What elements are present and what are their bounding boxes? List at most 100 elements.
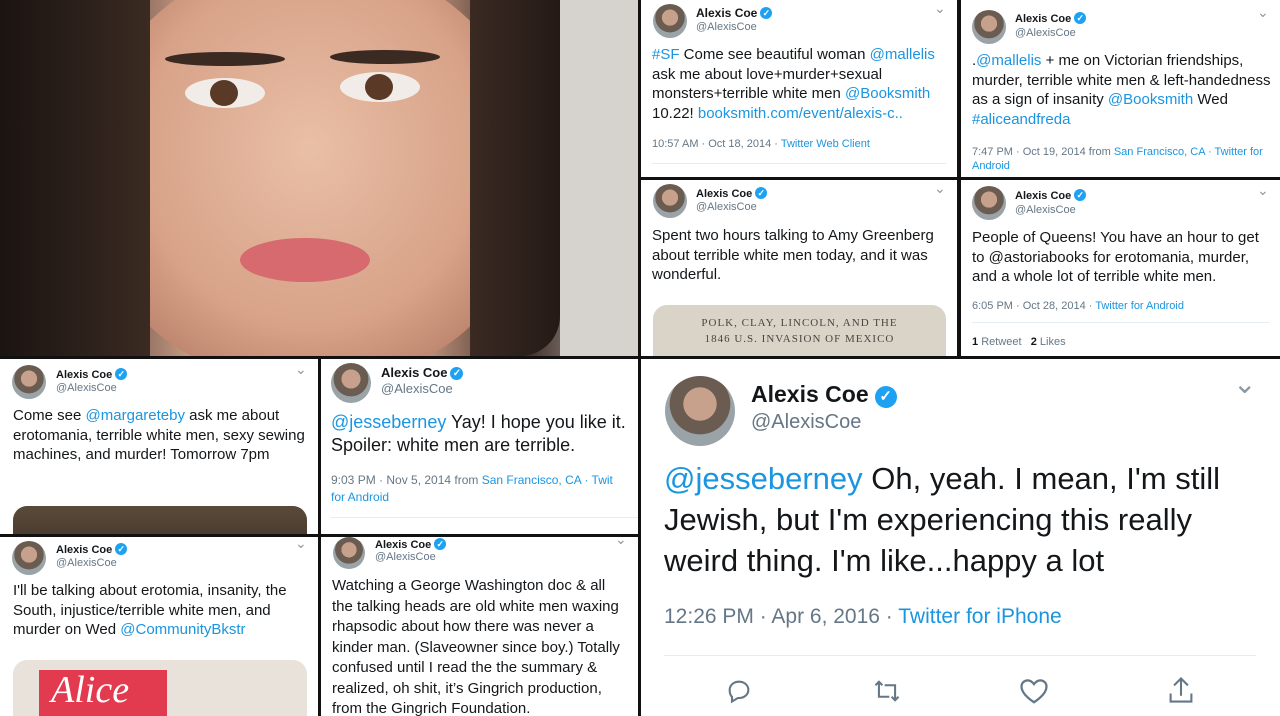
chevron-down-icon[interactable]: ⌄ xyxy=(934,0,946,17)
tweet-location-link[interactable]: San Francisco, CA xyxy=(482,473,581,487)
tweet-text: I'll be talking about erotomia, insanity… xyxy=(13,581,309,640)
author-handle[interactable]: @AlexisCoe xyxy=(1015,27,1076,39)
author-handle[interactable]: @AlexisCoe xyxy=(375,551,436,563)
tweet-card-7[interactable]: Alexis Coe ✓ @AlexisCoe ⌄ I'll be talking… xyxy=(0,537,318,716)
chevron-down-icon[interactable]: ⌄ xyxy=(295,361,307,378)
tweet-text: People of Queens! You have an hour to ge… xyxy=(972,229,1259,285)
tweet-link[interactable]: @margareteby xyxy=(86,407,185,424)
like-label[interactable]: Likes xyxy=(1040,336,1066,348)
chevron-down-icon[interactable]: ⌄ xyxy=(1257,4,1269,21)
tweet-text: Spent two hours talking to Amy Greenberg… xyxy=(652,227,934,283)
avatar[interactable] xyxy=(12,365,46,399)
tweet-card-8[interactable]: Alexis Coe ✓ @AlexisCoe ⌄ Watching a Geor… xyxy=(321,537,638,716)
tweet-link[interactable]: booksmith.com/event/alexis-c.. xyxy=(698,105,903,122)
tweet-link[interactable]: @jesseberney xyxy=(331,412,446,432)
author-name[interactable]: Alexis Coe ✓ xyxy=(375,538,447,551)
avatar[interactable] xyxy=(653,4,687,38)
tweet-card-5[interactable]: Alexis Coe ✓ @AlexisCoe ⌄ Come see @marga… xyxy=(0,359,318,534)
verified-badge-icon: ✓ xyxy=(115,543,128,555)
author-name[interactable]: Alexis Coe ✓ xyxy=(56,368,128,381)
author-name[interactable]: Alexis Coe ✓ xyxy=(56,543,128,556)
tweet-card-9[interactable]: Alexis Coe ✓ @AlexisCoe ⌄ @jesseberney Oh… xyxy=(641,359,1280,716)
tweet-link[interactable]: @Booksmith xyxy=(1108,91,1193,108)
avatar[interactable] xyxy=(972,10,1006,44)
tweet-link[interactable]: @mallelis xyxy=(870,46,935,63)
tweet-link[interactable]: #aliceandfreda xyxy=(972,111,1070,128)
author-name[interactable]: Alexis Coe ✓ xyxy=(751,381,897,408)
event-poster-image[interactable]: Alice xyxy=(13,660,307,716)
divider xyxy=(664,655,1256,656)
retweet-count[interactable]: 1 xyxy=(972,336,978,348)
tweet-card-4[interactable]: Alexis Coe ✓ @AlexisCoe ⌄ People of Queen… xyxy=(961,180,1280,356)
author-name[interactable]: Alexis Coe ✓ xyxy=(1015,12,1087,25)
tweet-source-link[interactable]: Twitter for iPhone xyxy=(898,605,1061,628)
tweet-source-link[interactable]: · Twit xyxy=(581,473,612,487)
tweet-text-segment: Wed xyxy=(1193,91,1228,108)
tweet-card-2[interactable]: Alexis Coe ✓ @AlexisCoe ⌄ .@mallelis + me… xyxy=(961,0,1280,177)
tweet-source-link[interactable]: Twitter Web Client xyxy=(781,138,870,150)
author-handle[interactable]: @AlexisCoe xyxy=(696,201,757,213)
author-name[interactable]: Alexis Coe ✓ xyxy=(696,187,768,200)
tweet-text: @jesseberney Yay! I hope you like it. Sp… xyxy=(331,411,631,458)
chevron-down-icon[interactable]: ⌄ xyxy=(295,537,307,552)
tweet-source-link-continued[interactable]: for Android xyxy=(331,490,389,504)
tweet-link[interactable]: @CommunityBkstr xyxy=(120,621,245,638)
tweet-source-link[interactable]: Twitter for Android xyxy=(1095,300,1184,312)
author-handle[interactable]: @AlexisCoe xyxy=(56,557,117,569)
divider xyxy=(972,322,1269,323)
left-eyebrow xyxy=(165,52,285,66)
tweet-card-3[interactable]: Alexis Coe ✓ @AlexisCoe ⌄ Spent two hours… xyxy=(641,180,957,356)
tweet-text-segment: 10.22! xyxy=(652,104,698,122)
tweet-location-link[interactable]: San Francisco, CA xyxy=(1114,146,1205,158)
tweet-meta: 6:05 PM · Oct 28, 2014 · Twitter for And… xyxy=(972,300,1184,312)
avatar[interactable] xyxy=(665,376,735,446)
share-icon[interactable] xyxy=(1167,675,1195,705)
author-handle[interactable]: @AlexisCoe xyxy=(1015,204,1076,216)
tweet-link[interactable]: @Booksmith xyxy=(845,85,930,102)
poster-title: Alice xyxy=(51,669,130,711)
tweet-link[interactable]: #SF xyxy=(652,46,680,63)
tweet-card-6[interactable]: Alexis Coe ✓ @AlexisCoe @jesseberney Yay!… xyxy=(321,359,638,534)
verified-badge-icon: ✓ xyxy=(1074,12,1087,24)
avatar[interactable] xyxy=(331,363,371,403)
chevron-down-icon[interactable]: ⌄ xyxy=(615,537,627,548)
verified-badge-icon: ✓ xyxy=(874,386,897,408)
tweet-text: @jesseberney Oh, yeah. I mean, I'm still… xyxy=(664,459,1244,582)
author-name[interactable]: Alexis Coe ✓ xyxy=(381,365,464,380)
author-name[interactable]: Alexis Coe ✓ xyxy=(696,6,773,20)
embedded-image[interactable] xyxy=(13,506,307,534)
verified-badge-icon: ✓ xyxy=(434,538,447,550)
profile-photo xyxy=(0,0,638,356)
author-handle[interactable]: @AlexisCoe xyxy=(751,411,861,434)
tweet-meta: 12:26 PM · Apr 6, 2016 · Twitter for iPh… xyxy=(664,605,1062,628)
avatar[interactable] xyxy=(972,186,1006,220)
engagement-stats: 1 Retweet 2 Likes xyxy=(972,336,1066,348)
tweet-text-segment: Come see xyxy=(13,407,86,424)
retweet-icon[interactable] xyxy=(872,677,902,705)
chevron-down-icon[interactable]: ⌄ xyxy=(1233,367,1256,400)
left-eye xyxy=(185,78,265,108)
tweet-text: #SF Come see beautiful woman @mallelis a… xyxy=(652,45,950,123)
tweet-card-1[interactable]: Alexis Coe ✓ @AlexisCoe ⌄ #SF Come see be… xyxy=(641,0,957,177)
reply-icon[interactable] xyxy=(725,677,753,705)
author-handle[interactable]: @AlexisCoe xyxy=(696,21,757,33)
retweet-label[interactable]: Retweet xyxy=(981,336,1021,348)
author-handle[interactable]: @AlexisCoe xyxy=(56,382,117,394)
book-title-line-1: POLK, CLAY, LINCOLN, AND THE xyxy=(701,317,898,329)
avatar[interactable] xyxy=(653,184,687,218)
book-cover-image[interactable]: POLK, CLAY, LINCOLN, AND THE 1846 U.S. I… xyxy=(653,305,946,356)
right-eye xyxy=(340,72,420,102)
avatar[interactable] xyxy=(333,537,365,569)
verified-badge-icon: ✓ xyxy=(755,187,768,199)
tweet-link[interactable]: @mallelis xyxy=(976,52,1041,69)
chevron-down-icon[interactable]: ⌄ xyxy=(934,180,946,197)
author-handle[interactable]: @AlexisCoe xyxy=(381,381,453,396)
like-icon[interactable] xyxy=(1019,677,1049,705)
avatar[interactable] xyxy=(12,541,46,575)
chevron-down-icon[interactable]: ⌄ xyxy=(1257,182,1269,199)
tweet-text: .@mallelis + me on Victorian friendships… xyxy=(972,51,1272,129)
hair-left xyxy=(0,0,150,356)
like-count[interactable]: 2 xyxy=(1031,336,1037,348)
author-name[interactable]: Alexis Coe ✓ xyxy=(1015,189,1087,202)
tweet-link[interactable]: @jesseberney xyxy=(664,461,863,496)
